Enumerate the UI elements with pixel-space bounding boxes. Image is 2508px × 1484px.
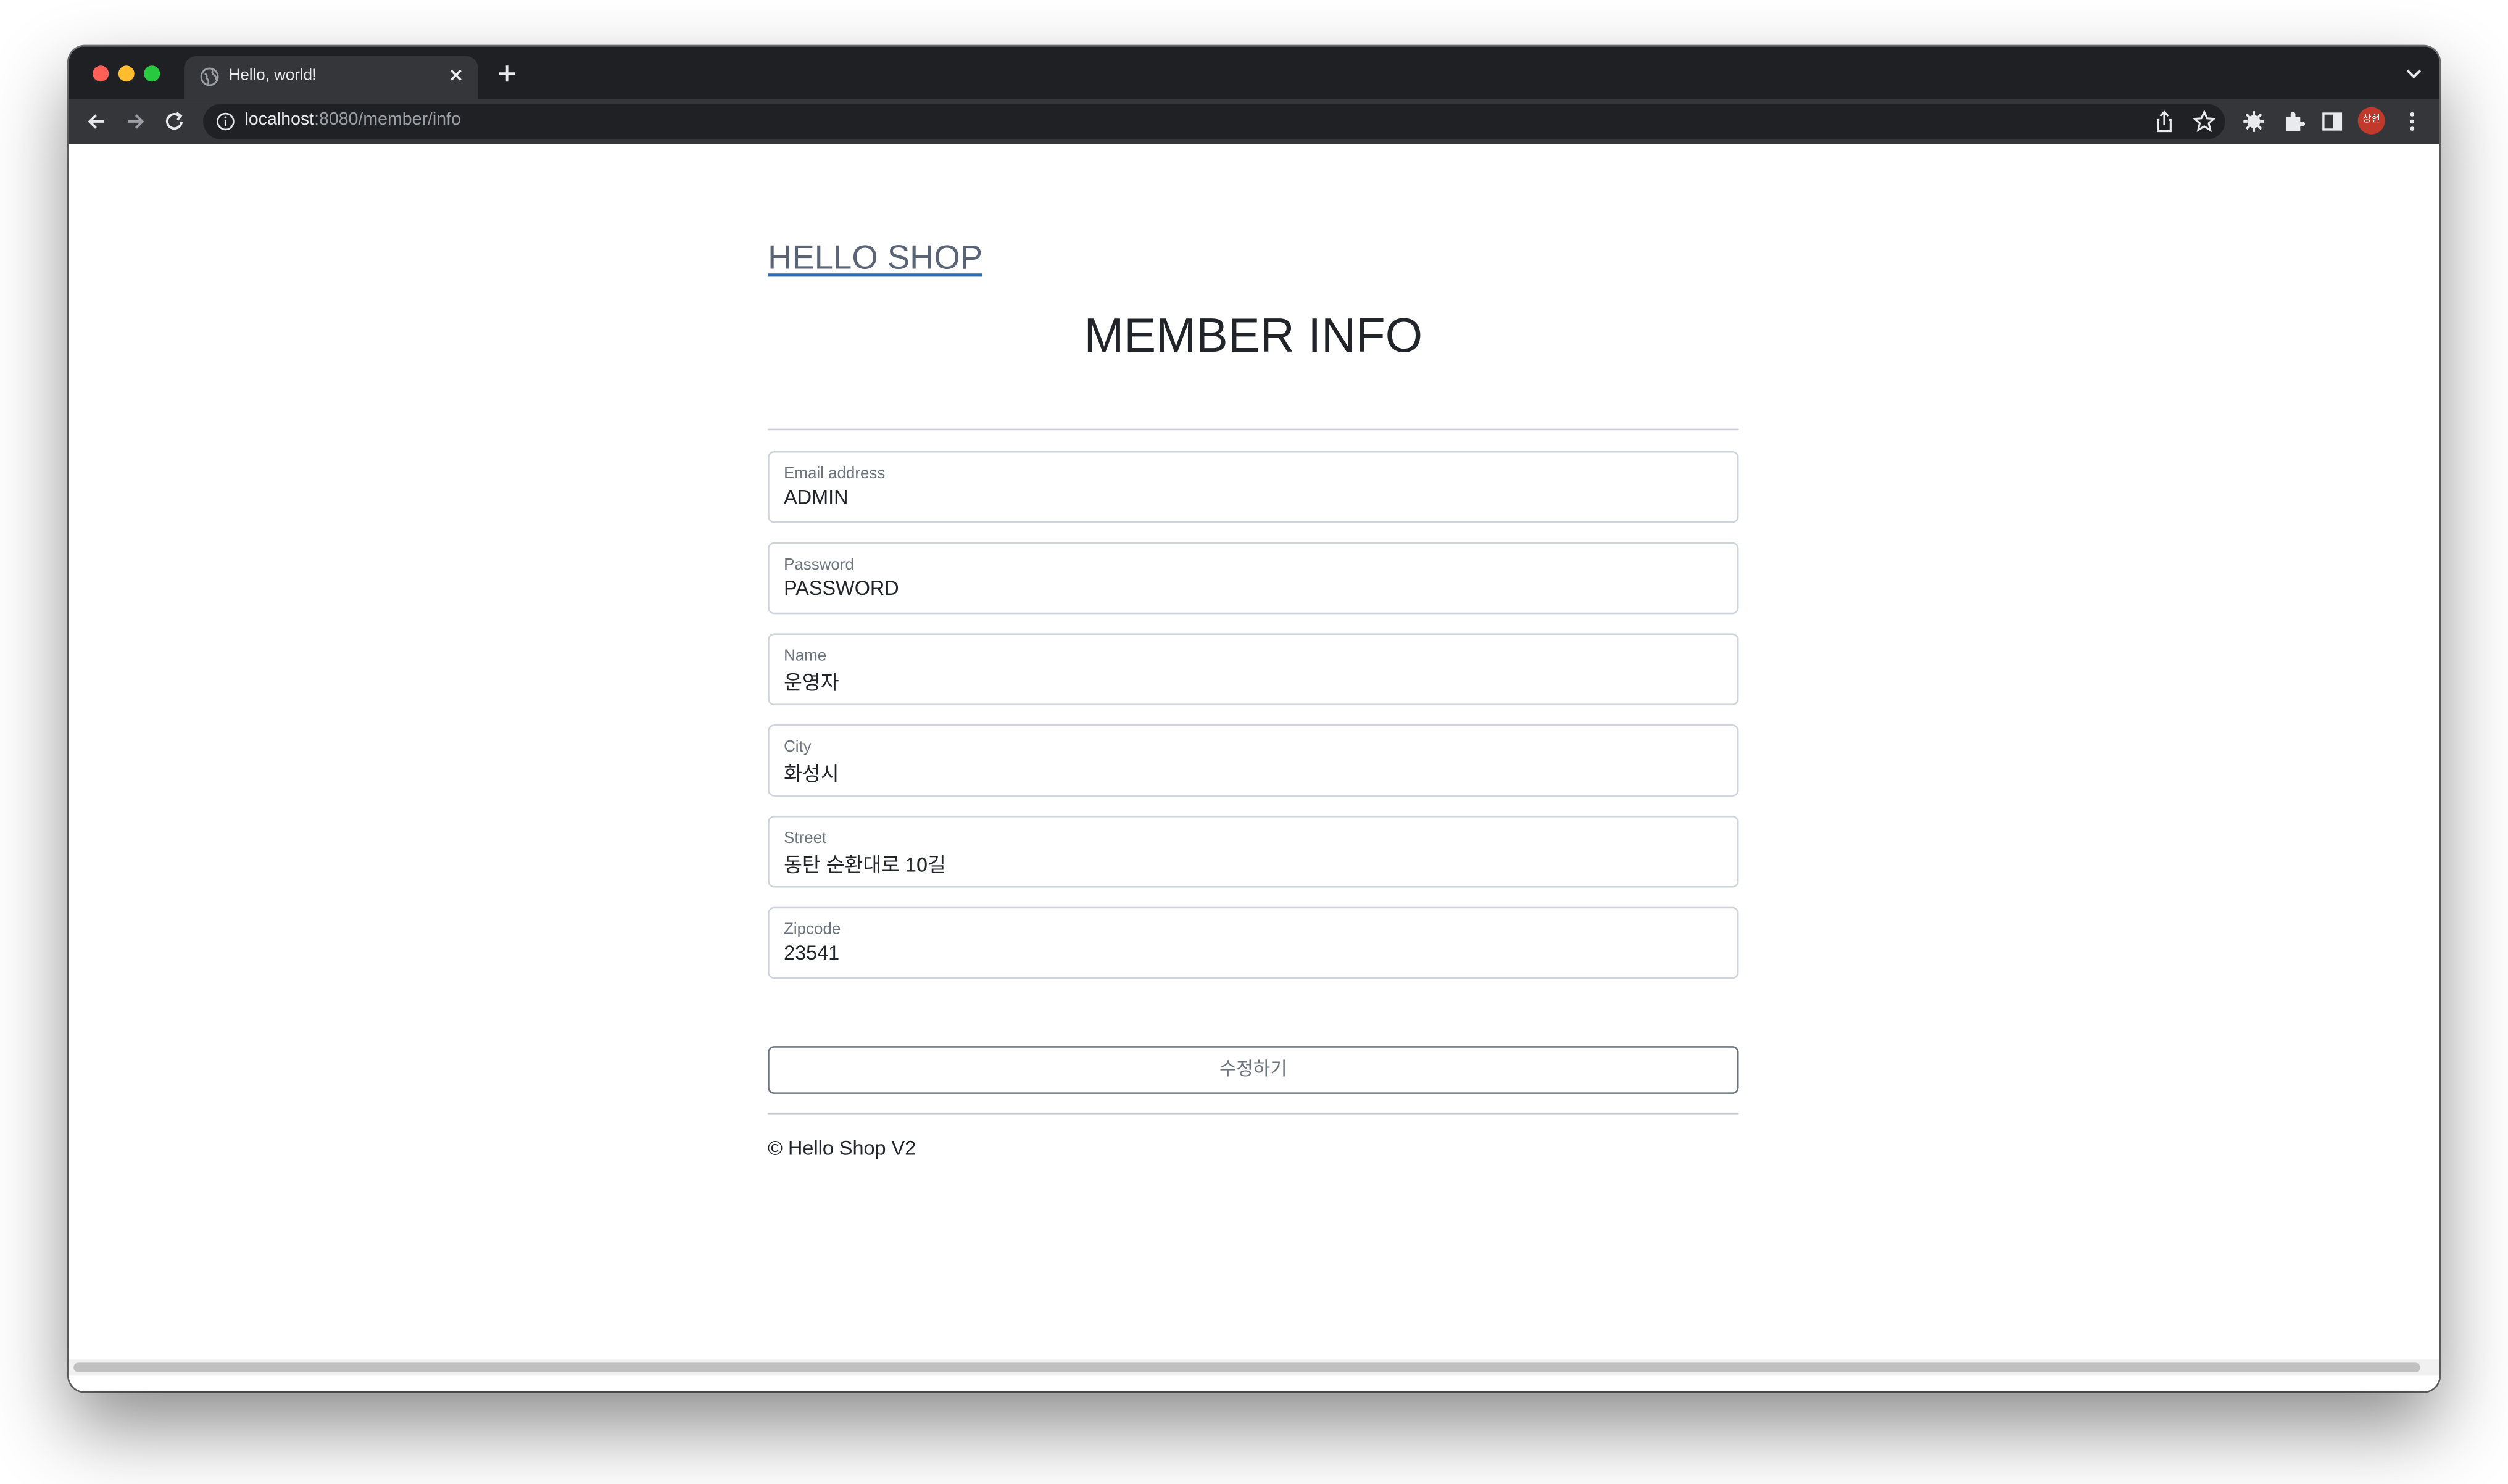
puzzle-icon[interactable]: [2281, 109, 2306, 134]
email-label: Email address: [784, 465, 886, 483]
side-panel-icon[interactable]: [2319, 109, 2344, 134]
password-input[interactable]: [784, 577, 1712, 600]
forward-arrow-icon[interactable]: [123, 109, 149, 134]
city-input[interactable]: [784, 760, 1712, 782]
share-icon[interactable]: [2151, 109, 2177, 134]
plus-icon[interactable]: [494, 60, 520, 86]
street-input[interactable]: [784, 850, 1712, 874]
street-label: Street: [784, 830, 827, 848]
zipcode-label: Zipcode: [784, 921, 841, 939]
name-label: Name: [784, 647, 827, 666]
horizontal-scrollbar[interactable]: [69, 1359, 2439, 1376]
chevron-down-icon[interactable]: [2404, 65, 2423, 81]
info-icon[interactable]: [216, 112, 235, 131]
window-zoom-button[interactable]: [144, 65, 160, 82]
scrollbar-thumb[interactable]: [73, 1362, 2420, 1372]
header-divider: [768, 428, 1739, 431]
password-label: Password: [784, 557, 854, 574]
page-title: MEMBER INFO: [1084, 310, 1423, 363]
footer-text: © Hello Shop V2: [768, 1137, 916, 1160]
browser-toolbar: localhost:8080/member/info 상현: [69, 99, 2439, 144]
page-content: HELLO SHOP MEMBER INFO Email address Pas…: [69, 144, 2439, 1376]
profile-avatar[interactable]: 상현: [2357, 107, 2385, 135]
browser-window: Hello, world! localhost:8080/member/info…: [69, 46, 2439, 1392]
address-bar[interactable]: localhost:8080/member/info: [203, 104, 2225, 139]
brand-link[interactable]: HELLO SHOP: [768, 240, 982, 278]
update-button[interactable]: 수정하기: [768, 1046, 1739, 1094]
screen: Hello, world! localhost:8080/member/info…: [0, 0, 2508, 1484]
name-field[interactable]: Name: [768, 633, 1739, 706]
email-input[interactable]: [784, 486, 1712, 509]
globe-icon: [200, 67, 219, 86]
back-arrow-icon[interactable]: [83, 109, 109, 134]
url-text: localhost:8080/member/info: [245, 110, 461, 130]
browser-tab[interactable]: Hello, world!: [184, 56, 479, 99]
star-icon[interactable]: [2191, 109, 2217, 134]
close-icon[interactable]: [446, 65, 465, 85]
window-close-button[interactable]: [93, 65, 109, 82]
url-host: localhost: [244, 110, 315, 130]
zipcode-field[interactable]: Zipcode: [768, 906, 1739, 979]
city-label: City: [784, 739, 812, 757]
footer-divider: [768, 1113, 1739, 1115]
tab-bar: Hello, world!: [69, 46, 2439, 99]
more-vertical-icon[interactable]: [2399, 109, 2425, 134]
name-input[interactable]: [784, 668, 1712, 691]
city-field[interactable]: City: [768, 724, 1739, 797]
zipcode-input[interactable]: [784, 942, 1712, 964]
street-field[interactable]: Street: [768, 815, 1739, 888]
reload-icon[interactable]: [162, 109, 187, 134]
url-path: :8080/member/info: [314, 110, 461, 130]
window-minimize-button[interactable]: [118, 65, 135, 82]
email-field[interactable]: Email address: [768, 450, 1739, 523]
extension-gear-icon[interactable]: [2241, 109, 2266, 134]
password-field[interactable]: Password: [768, 542, 1739, 615]
tab-title: Hello, world!: [228, 67, 317, 85]
